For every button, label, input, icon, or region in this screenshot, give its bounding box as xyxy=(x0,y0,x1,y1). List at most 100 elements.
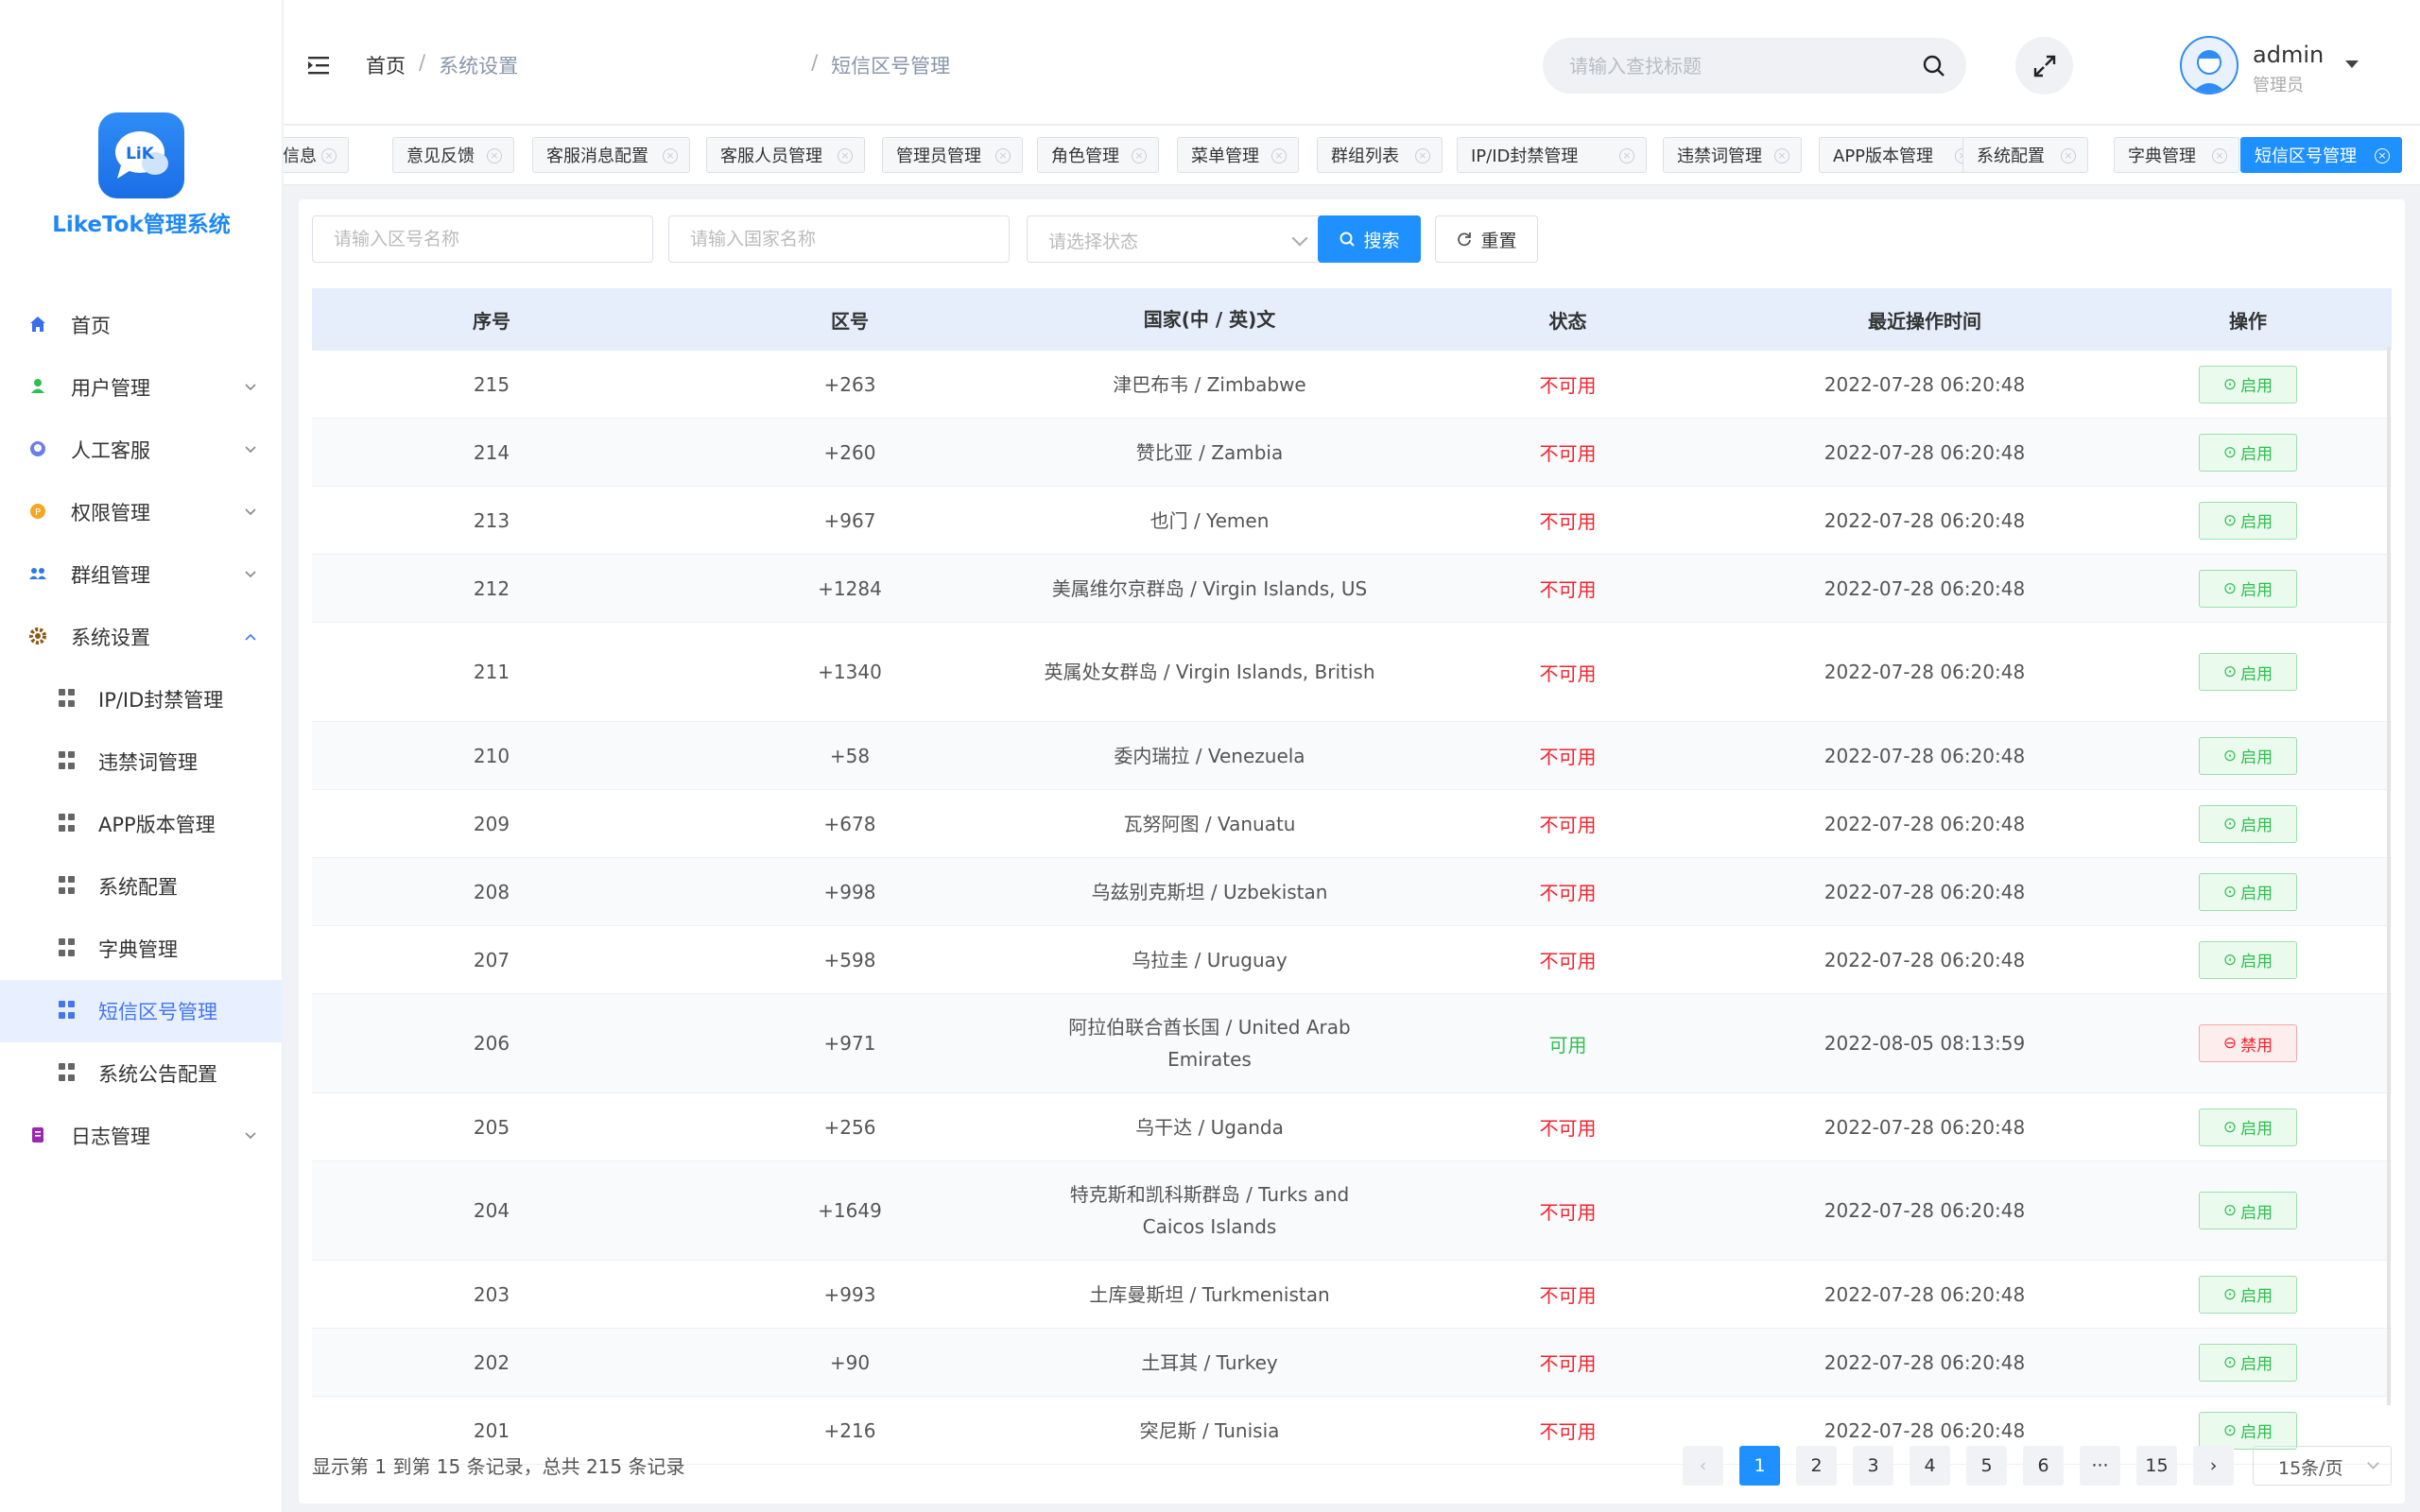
header-search-input[interactable] xyxy=(1569,53,1910,79)
close-icon[interactable]: × xyxy=(2061,148,2076,163)
sidebar-item-users[interactable]: 用户管理 xyxy=(0,356,283,419)
sidebar-item-home[interactable]: 首页 xyxy=(0,294,283,356)
close-icon[interactable]: × xyxy=(2375,148,2390,163)
disable-button[interactable]: ⊖ 禁用 xyxy=(2199,1024,2297,1062)
close-icon[interactable]: × xyxy=(838,148,853,163)
tag-item[interactable]: 角色管理 × xyxy=(1037,137,1159,173)
reset-button[interactable]: 重置 xyxy=(1435,215,1538,263)
breadcrumb-home[interactable]: 首页 xyxy=(366,51,406,79)
avatar[interactable] xyxy=(2180,36,2238,94)
menu-fold-icon[interactable] xyxy=(308,55,331,76)
table-row: 212 +1284 美属维尔京群岛 / Virgin Islands, US 不可用 2… xyxy=(312,555,2392,623)
prev-page-button[interactable]: ‹ xyxy=(1683,1446,1723,1486)
tag-item[interactable]: 管理员管理 × xyxy=(882,137,1023,173)
page-button[interactable]: 2 xyxy=(1796,1446,1837,1486)
sidebar-item-permissions[interactable]: P 权限管理 xyxy=(0,481,283,543)
enable-button[interactable]: ⊙ 启用 xyxy=(2199,1108,2297,1146)
close-icon[interactable]: × xyxy=(1774,148,1789,163)
sidebar-item-logs[interactable]: 日志管理 xyxy=(0,1105,283,1167)
page-button[interactable]: 5 xyxy=(1966,1446,2007,1486)
page-ellipsis-button[interactable]: ··· xyxy=(2080,1446,2120,1486)
tag-item-active[interactable]: 短信区号管理 × xyxy=(2240,137,2402,173)
sidebar-item-system-settings[interactable]: 系统设置 xyxy=(0,606,283,668)
caret-down-icon[interactable] xyxy=(2345,60,2359,68)
tag-item[interactable]: 报信息 × xyxy=(284,137,349,173)
breadcrumb-system-settings[interactable]: 系统设置 xyxy=(439,51,798,79)
search-icon[interactable] xyxy=(1921,53,1947,79)
enable-button[interactable]: ⊙ 启用 xyxy=(2199,365,2297,404)
enable-button[interactable]: ⊙ 启用 xyxy=(2199,569,2297,608)
tag-item[interactable]: 系统配置 × xyxy=(1962,137,2088,173)
enable-button[interactable]: ⊙ 启用 xyxy=(2199,804,2297,843)
tag-item[interactable]: APP版本管理× xyxy=(1819,137,1982,173)
close-icon[interactable]: × xyxy=(1271,148,1287,163)
enable-button[interactable]: ⊙ 启用 xyxy=(2199,736,2297,775)
enable-button[interactable]: ⊙ 启用 xyxy=(2199,1192,2297,1229)
enable-button[interactable]: ⊙ 启用 xyxy=(2199,433,2297,472)
column-header[interactable]: 国家(中 / 英)文 xyxy=(1028,303,1391,335)
close-icon[interactable]: × xyxy=(1415,148,1430,163)
sidebar-item-dictionary[interactable]: 字典管理 xyxy=(0,918,283,980)
row-action-cell: ⊙ 启用 xyxy=(2104,1343,2392,1382)
tag-item[interactable]: IP/ID封禁管理 × xyxy=(1457,137,1647,173)
page-size-select[interactable]: 15条/页 xyxy=(2253,1446,2392,1486)
page-button[interactable]: 6 xyxy=(2023,1446,2064,1486)
enable-button[interactable]: ⊙ 启用 xyxy=(2199,1275,2297,1314)
column-header[interactable]: 状态 xyxy=(1391,306,1745,334)
page-button[interactable]: 4 xyxy=(1910,1446,1950,1486)
enable-button[interactable]: ⊙ 启用 xyxy=(2199,653,2297,691)
column-header[interactable]: 序号 xyxy=(312,306,671,334)
row-index: 215 xyxy=(473,372,510,396)
grid-icon xyxy=(59,1063,78,1082)
sidebar-item-announcement[interactable]: 系统公告配置 xyxy=(0,1042,283,1105)
row-index: 201 xyxy=(473,1418,510,1442)
country-input[interactable] xyxy=(668,215,1010,263)
status-select[interactable]: 请选择状态 xyxy=(1027,215,1325,263)
sidebar-item-banned-words[interactable]: 违禁词管理 xyxy=(0,730,283,793)
sidebar-item-label: 系统设置 xyxy=(71,627,150,649)
row-action-cell: ⊙ 启用 xyxy=(2104,1108,2392,1146)
chevron-up-icon xyxy=(245,633,256,641)
tag-item[interactable]: 群组列表 × xyxy=(1317,137,1443,173)
tag-item[interactable]: 客服消息配置 × xyxy=(532,137,690,173)
enable-button[interactable]: ⊙ 启用 xyxy=(2199,1343,2297,1382)
close-icon[interactable]: × xyxy=(663,148,678,163)
area-code-input[interactable] xyxy=(312,215,653,263)
row-country: 乌干达 / Uganda xyxy=(1135,1115,1284,1139)
column-header[interactable]: 区号 xyxy=(671,306,1028,334)
close-icon[interactable]: × xyxy=(487,148,502,163)
sidebar-item-ip-ban[interactable]: IP/ID封禁管理 xyxy=(0,668,283,730)
close-icon[interactable]: × xyxy=(995,148,1011,163)
fullscreen-button[interactable] xyxy=(2015,37,2073,94)
sidebar-item-system-config[interactable]: 系统配置 xyxy=(0,855,283,918)
enable-button[interactable]: ⊙ 启用 xyxy=(2199,1411,2297,1450)
next-page-button[interactable]: › xyxy=(2193,1446,2234,1486)
sidebar-item-sms-area-code[interactable]: 短信区号管理 xyxy=(0,980,283,1042)
enable-button[interactable]: ⊙ 启用 xyxy=(2199,501,2297,540)
sidebar-item-app-version[interactable]: APP版本管理 xyxy=(0,793,283,855)
tag-item[interactable]: 字典管理 × xyxy=(2114,137,2239,173)
tag-item[interactable]: 意见反馈 × xyxy=(392,137,514,173)
tag-item[interactable]: 违禁词管理 × xyxy=(1663,137,1802,173)
svg-text:LiK: LiK xyxy=(126,145,155,163)
page-button[interactable]: 1 xyxy=(1739,1446,1780,1486)
tag-item[interactable]: 客服人员管理 × xyxy=(706,137,865,173)
enable-button[interactable]: ⊙ 启用 xyxy=(2199,872,2297,911)
column-header[interactable]: 最近操作时间 xyxy=(1745,306,2104,334)
enable-button[interactable]: ⊙ 启用 xyxy=(2199,940,2297,979)
close-icon[interactable]: × xyxy=(2212,148,2227,163)
row-index: 207 xyxy=(473,948,510,971)
close-icon[interactable]: × xyxy=(1132,148,1147,163)
row-index: 205 xyxy=(473,1115,510,1139)
page-button[interactable]: 15 xyxy=(2136,1446,2177,1486)
sidebar-item-groups[interactable]: 群组管理 xyxy=(0,543,283,606)
tag-item[interactable]: 菜单管理 × xyxy=(1177,137,1299,173)
tag-label: 客服人员管理 xyxy=(720,146,822,166)
search-button[interactable]: 搜索 xyxy=(1318,215,1421,263)
page-button[interactable]: 3 xyxy=(1853,1446,1893,1486)
user-name[interactable]: admin xyxy=(2253,42,2324,68)
sidebar-item-customer-service[interactable]: 人工客服 xyxy=(0,419,283,481)
close-icon[interactable]: × xyxy=(321,148,337,163)
close-icon[interactable]: × xyxy=(1619,148,1634,163)
table-scrollbar[interactable] xyxy=(2387,347,2391,1405)
